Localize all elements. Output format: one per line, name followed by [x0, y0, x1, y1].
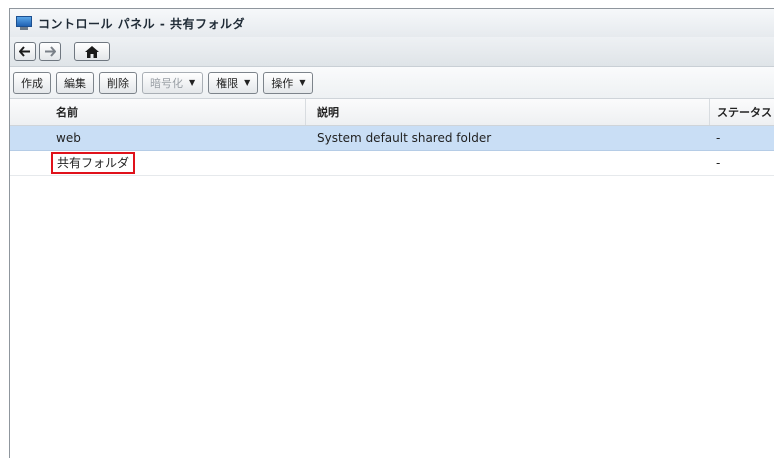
chevron-down-icon: ▼	[299, 78, 306, 87]
cell-status: -	[709, 126, 774, 150]
cell-name: web	[49, 126, 305, 150]
column-header-name[interactable]: 名前	[49, 99, 305, 125]
delete-button[interactable]: 削除	[99, 71, 137, 94]
action-dropdown-button[interactable]: 操作 ▼	[263, 71, 314, 94]
title-bar: コントロール パネル - 共有フォルダ	[10, 9, 774, 37]
column-header-label: 名前	[56, 106, 78, 119]
delete-label: 削除	[107, 76, 129, 90]
arrow-right-icon	[45, 46, 56, 57]
column-header-label: ステータス	[717, 106, 772, 119]
row-gutter	[10, 151, 49, 175]
table-header: 名前 説明 ステータス	[10, 99, 774, 126]
folder-status: -	[716, 156, 721, 170]
row-gutter	[10, 99, 49, 125]
encrypt-label: 暗号化	[150, 76, 183, 90]
table-row[interactable]: 共有フォルダ -	[10, 151, 774, 176]
control-panel-icon	[16, 16, 32, 30]
home-button[interactable]	[74, 42, 110, 61]
back-button[interactable]	[14, 42, 36, 61]
cell-description	[305, 151, 709, 175]
arrow-left-icon	[19, 46, 30, 57]
cell-status: -	[709, 151, 774, 175]
permissions-label: 権限	[216, 76, 239, 90]
control-panel-window: コントロール パネル - 共有フォルダ 作成 編集 削除 暗号化 ▼ 権限 ▼ 操作…	[9, 8, 774, 458]
cell-description: System default shared folder	[305, 126, 709, 150]
home-icon	[85, 45, 99, 58]
cell-name: 共有フォルダ	[49, 151, 305, 175]
folder-name: web	[56, 131, 81, 145]
toolbar: 作成 編集 削除 暗号化 ▼ 権限 ▼ 操作 ▼	[10, 67, 774, 99]
edit-label: 編集	[64, 76, 86, 90]
window-title: コントロール パネル - 共有フォルダ	[38, 16, 246, 31]
column-header-status[interactable]: ステータス	[709, 99, 774, 125]
create-label: 作成	[21, 76, 43, 90]
folder-name-highlighted: 共有フォルダ	[51, 152, 136, 174]
column-header-label: 説明	[317, 106, 339, 119]
chevron-down-icon: ▼	[189, 78, 196, 87]
create-button[interactable]: 作成	[13, 71, 51, 94]
row-gutter	[10, 126, 49, 150]
edit-button[interactable]: 編集	[56, 71, 94, 94]
chevron-down-icon: ▼	[244, 78, 251, 87]
folder-status: -	[716, 131, 721, 145]
encrypt-dropdown-button[interactable]: 暗号化 ▼	[142, 71, 204, 94]
folder-description: System default shared folder	[317, 131, 492, 145]
column-header-description[interactable]: 説明	[305, 99, 709, 125]
action-label: 操作	[271, 76, 294, 90]
table-row[interactable]: web System default shared folder -	[10, 126, 774, 151]
navigation-bar	[10, 37, 774, 67]
permissions-dropdown-button[interactable]: 権限 ▼	[208, 71, 259, 94]
forward-button[interactable]	[39, 42, 61, 61]
